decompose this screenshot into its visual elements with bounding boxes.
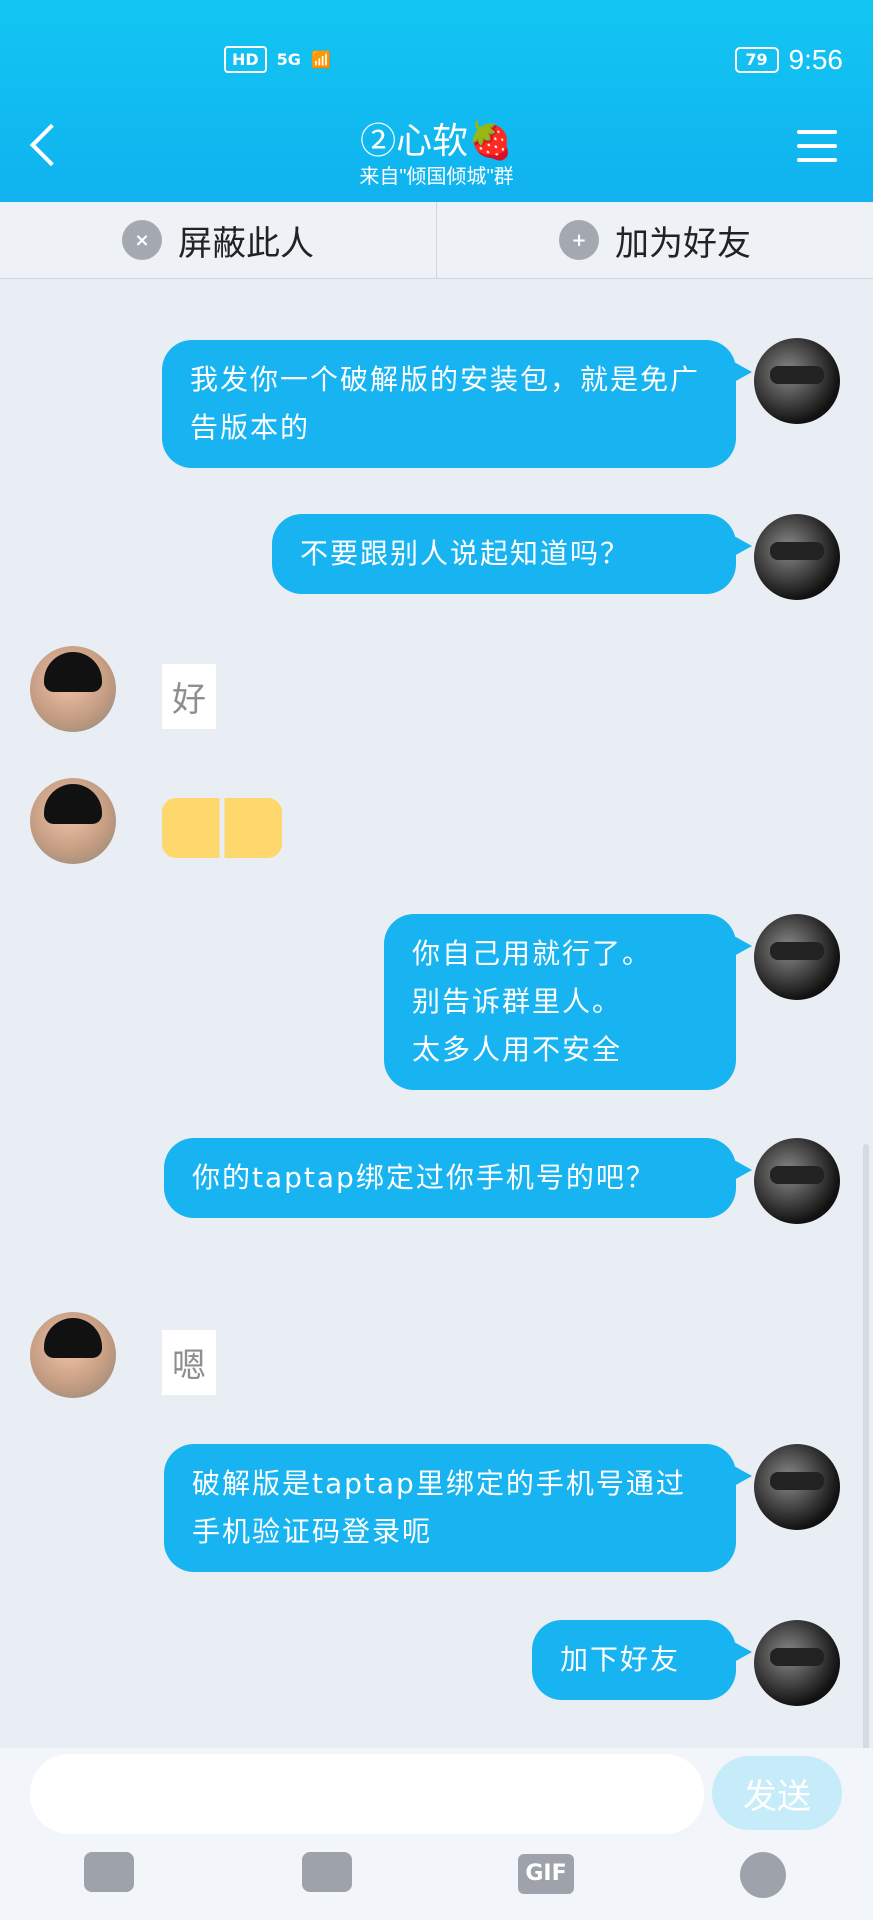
self-avatar[interactable]	[754, 1620, 840, 1706]
signal-icon: 5G	[276, 50, 301, 69]
battery-level: 79	[745, 50, 768, 69]
block-icon: ×	[122, 220, 162, 260]
add-user-icon: +	[559, 220, 599, 260]
status-right: 79 9:56	[734, 44, 844, 76]
battery-icon: 79	[734, 47, 779, 73]
add-friend-button[interactable]: + 加为好友	[436, 202, 873, 278]
chat-subtitle: 来自"倾国倾城"群	[359, 166, 514, 188]
message-input[interactable]	[30, 1754, 704, 1834]
block-user-button[interactable]: × 屏蔽此人	[0, 202, 436, 278]
status-time: 9:56	[788, 44, 844, 75]
hd-indicator: HD	[224, 46, 267, 73]
add-friend-label: 加为好友	[615, 224, 751, 263]
wifi-icon: 📶	[310, 50, 331, 69]
status-left: HD 5G 📶	[224, 46, 331, 73]
block-user-label: 屏蔽此人	[178, 224, 314, 263]
menu-icon[interactable]	[797, 130, 837, 164]
message-row: 加下好友	[0, 278, 873, 1706]
gif-icon[interactable]: GIF	[518, 1854, 574, 1894]
send-button[interactable]: 发送	[712, 1756, 842, 1830]
action-bar: × 屏蔽此人 + 加为好友	[0, 202, 873, 279]
camera-icon[interactable]	[302, 1852, 352, 1892]
emoji-icon[interactable]	[740, 1852, 786, 1898]
message-bubble[interactable]: 加下好友	[532, 1620, 752, 1700]
chat-title: ②心软🍓	[360, 120, 513, 161]
chat-messages: 我发你一个破解版的安装包，就是免广告版本的 不要跟别人说起知道吗？ 好 你自己用…	[0, 278, 873, 1748]
composer-toolbar: GIF	[0, 1852, 873, 1912]
status-bar: HD 5G 📶 79 9:56	[0, 0, 873, 100]
image-icon[interactable]	[84, 1852, 134, 1892]
chat-header: HD 5G 📶 79 9:56 ②心软🍓 来自"倾国倾城"群	[0, 0, 873, 202]
